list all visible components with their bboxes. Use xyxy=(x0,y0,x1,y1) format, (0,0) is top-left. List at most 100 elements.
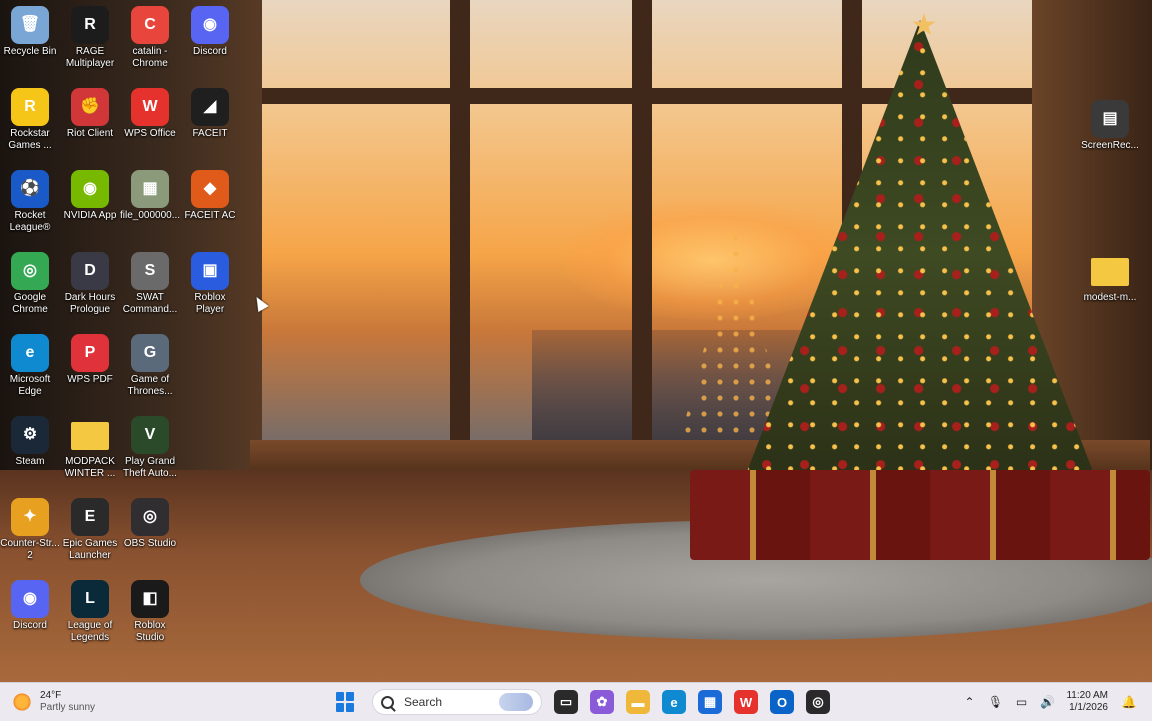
desktop-icon-counter-str-2[interactable]: ✦ Counter-Str... 2 xyxy=(0,498,60,562)
weather-widget[interactable]: 24°F Partly sunny xyxy=(12,688,95,716)
desktop-icon-swat-command[interactable]: S SWAT Command... xyxy=(120,252,180,316)
desktop-icon-riot-client[interactable]: ✊ Riot Client xyxy=(60,88,120,140)
desktop-icon-label: OBS Studio xyxy=(123,538,177,549)
taskbar-chrome-profile-icon[interactable]: ◎ xyxy=(806,690,830,714)
desktop-icon-modpack-winter[interactable]: MODPACK WINTER ... xyxy=(60,416,120,480)
desktop-icon-label: Dark Hours Prologue xyxy=(64,292,116,315)
desktop-icon-label: NVIDIA App xyxy=(63,210,117,221)
desktop-icon-label: Discord xyxy=(13,620,47,631)
desktop-icon-label: Game of Thrones... xyxy=(127,374,173,397)
desktop-icon-label: file_000000... xyxy=(120,210,180,221)
desktop-icon-rage-multiplayer[interactable]: R RAGE Multiplayer xyxy=(60,6,120,70)
desktop-icon-label: SWAT Command... xyxy=(122,292,178,315)
volume-icon[interactable]: 🔊 xyxy=(1039,694,1055,710)
notifications-icon[interactable]: 🔔 xyxy=(1121,694,1137,710)
taskbar-wps-office-icon[interactable]: W xyxy=(734,690,758,714)
desktop-icon-microsoft-edge[interactable]: e Microsoft Edge xyxy=(0,334,60,398)
start-button[interactable] xyxy=(336,692,356,712)
desktop-icon-file-000000[interactable]: ▦ file_000000... xyxy=(120,170,180,222)
rockstar-icon: R xyxy=(11,88,49,126)
taskbar-search[interactable]: Search xyxy=(372,689,542,715)
riot-client-icon: ✊ xyxy=(71,88,109,126)
image-file-icon: ▦ xyxy=(131,170,169,208)
desktop-icon-league-of-legends[interactable]: L League of Legends xyxy=(60,580,120,644)
desktop-icon-roblox-studio[interactable]: ◧ Roblox Studio xyxy=(120,580,180,644)
desktop-icon-dark-hours-prologue[interactable]: D Dark Hours Prologue xyxy=(60,252,120,316)
desktop-icon-label: WPS PDF xyxy=(67,374,113,385)
desktop-icon-label: RAGE Multiplayer xyxy=(65,46,115,69)
desktop-icon-discord[interactable]: ◉ Discord xyxy=(0,580,60,632)
desktop-icon-label: FACEIT AC xyxy=(184,210,236,221)
desktop-icon-wps-office[interactable]: W WPS Office xyxy=(120,88,180,140)
desktop-icon-label: ScreenRec... xyxy=(1081,140,1139,151)
taskbar-edge-icon[interactable]: e xyxy=(662,690,686,714)
desktop-icon-label: Discord xyxy=(193,46,227,57)
chevron-up-icon[interactable]: ⌃ xyxy=(961,694,977,710)
desktop-icon-roblox-player[interactable]: ▣ Roblox Player xyxy=(180,252,240,316)
wps-pdf-icon: P xyxy=(71,334,109,372)
desktop-icon-label: Play Grand Theft Auto... xyxy=(123,456,177,479)
taskbar-file-explorer-icon[interactable]: ▬ xyxy=(626,690,650,714)
obs-icon: ◎ xyxy=(131,498,169,536)
roblox-player-icon: ▣ xyxy=(191,252,229,290)
video-file-icon: ▤ xyxy=(1091,100,1129,138)
desktop-icon-modest-m[interactable]: modest-m... xyxy=(1080,252,1140,304)
weather-condition: Partly sunny xyxy=(40,702,96,713)
desktop-icon-faceit-ac[interactable]: ◆ FACEIT AC xyxy=(180,170,240,222)
microphone-icon[interactable]: 🎙 xyxy=(987,694,1003,710)
counter-strike-icon: ✦ xyxy=(11,498,49,536)
desktop-icon-game-of-thrones[interactable]: G Game of Thrones... xyxy=(120,334,180,398)
desktop-icon-label: catalin - Chrome xyxy=(132,46,168,69)
network-icon[interactable]: ▭ xyxy=(1013,694,1029,710)
desktop-icon-nvidia-app[interactable]: ◉ NVIDIA App xyxy=(60,170,120,222)
clock-time: 11:20 AM xyxy=(1066,690,1108,701)
desktop-icon-screenrec[interactable]: ▤ ScreenRec... xyxy=(1080,100,1140,152)
desktop-icon-discord[interactable]: ◉ Discord xyxy=(180,6,240,58)
desktop-icon-wps-pdf[interactable]: P WPS PDF xyxy=(60,334,120,386)
taskbar-copilot-icon[interactable]: ✿ xyxy=(590,690,614,714)
desktop-icon-play-grand-theft-auto[interactable]: V Play Grand Theft Auto... xyxy=(120,416,180,480)
desktop-icon-obs-studio[interactable]: ◎ OBS Studio xyxy=(120,498,180,550)
partly-sunny-icon xyxy=(12,692,32,712)
epic-games-icon: E xyxy=(71,498,109,536)
wps-office-icon: W xyxy=(131,88,169,126)
folder-icon xyxy=(1091,258,1129,286)
window-mullion xyxy=(450,0,470,460)
taskbar: 24°F Partly sunny Search ▭ ✿ ▬ e ▦ W O ◎ ⌃ 🎙 ▭ … xyxy=(0,682,1152,721)
discord-icon: ◉ xyxy=(11,580,49,618)
desktop-icon-recycle-bin[interactable]: 🗑 Recycle Bin xyxy=(0,6,60,58)
desktop-icon-label: Google Chrome xyxy=(12,292,48,315)
desktop-icon-catalin-chrome[interactable]: Ccatalin - Chrome xyxy=(120,6,180,70)
desktop-icon-epic-games-launcher[interactable]: E Epic Games Launcher xyxy=(60,498,120,562)
faceit-icon: ◢ xyxy=(191,88,229,126)
search-highlight-icon xyxy=(499,693,533,711)
desktop-icon-label: WPS Office xyxy=(124,128,176,139)
recycle-bin-icon: 🗑 xyxy=(11,6,49,44)
desktop-icon-label: Microsoft Edge xyxy=(9,374,51,397)
folder-icon xyxy=(71,422,109,450)
taskbar-center: Search ▭ ✿ ▬ e ▦ W O ◎ xyxy=(334,683,836,721)
chrome-profile-icon: C xyxy=(131,6,169,44)
chrome-icon: ◎ xyxy=(11,252,49,290)
tree-star-icon: ★ xyxy=(910,9,938,42)
desktop-icon-faceit[interactable]: ◢ FACEIT xyxy=(180,88,240,140)
desktop-icon-rocket-league[interactable]: ⚽ Rocket League® xyxy=(0,170,60,234)
desktop-icon-rockstar-games[interactable]: R Rockstar Games ... xyxy=(0,88,60,152)
desktop-icon-label: Steam xyxy=(15,456,45,467)
desktop-icon-steam[interactable]: ⚙ Steam xyxy=(0,416,60,468)
taskbar-task-view-icon[interactable]: ▭ xyxy=(554,690,578,714)
system-tray: ⌃ 🎙 ▭ 🔊 11:20 AM 1/1/2026 🔔 xyxy=(956,683,1142,721)
dark-hours-icon: D xyxy=(71,252,109,290)
taskbar-outlook-icon[interactable]: O xyxy=(770,690,794,714)
nvidia-icon: ◉ xyxy=(71,170,109,208)
desktop-icon-label: Roblox Player xyxy=(194,292,226,315)
roblox-studio-icon: ◧ xyxy=(131,580,169,618)
taskbar-microsoft-store-icon[interactable]: ▦ xyxy=(698,690,722,714)
steam-icon: ⚙ xyxy=(11,416,49,454)
desktop-icon-label: Recycle Bin xyxy=(3,46,57,57)
clock[interactable]: 11:20 AM 1/1/2026 xyxy=(1066,690,1108,714)
discord-icon: ◉ xyxy=(191,6,229,44)
desktop-icon-google-chrome[interactable]: ◎ Google Chrome xyxy=(0,252,60,316)
edge-icon: e xyxy=(11,334,49,372)
game-of-thrones-icon: G xyxy=(131,334,169,372)
